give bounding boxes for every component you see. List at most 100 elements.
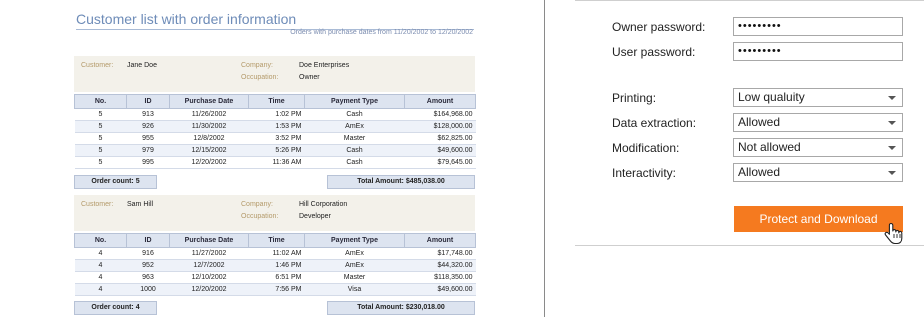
- table-row: 5 955 12/8/2002 3:52 PM Master $62,825.0…: [74, 132, 476, 145]
- customer-label: Customer:: [81, 201, 114, 208]
- chevron-down-icon: [888, 171, 896, 175]
- chevron-down-icon: [888, 96, 896, 100]
- interactivity-value: Allowed: [738, 165, 781, 179]
- company-label: Company:: [241, 62, 273, 69]
- report-subtitle: Orders with purchase dates from 11/20/20…: [290, 29, 473, 36]
- cell: 5: [74, 144, 127, 157]
- occupation-value: Developer: [299, 213, 331, 220]
- cell: 6:51 PM: [248, 271, 305, 284]
- customer-info-card: Customer: Sam Hill Company: Hill Corpora…: [74, 195, 475, 231]
- table-row: 4 952 12/7/2002 1:46 PM AmEx $44,320.00: [74, 259, 476, 272]
- cell: Master: [304, 132, 405, 145]
- cell: $44,320.00: [404, 259, 476, 272]
- modification-select[interactable]: Not allowed: [733, 138, 903, 157]
- cell: 11:36 AM: [248, 156, 305, 169]
- cell: 952: [126, 259, 170, 272]
- cell: 1:53 PM: [248, 120, 305, 133]
- table-row: 5 913 11/26/2002 1:02 PM Cash $164,968.0…: [74, 108, 476, 121]
- cell: $17,748.00: [404, 247, 476, 260]
- owner-password-field[interactable]: •••••••••: [733, 17, 903, 36]
- col-header: Time: [248, 94, 305, 109]
- col-header: No.: [74, 94, 127, 109]
- company-name: Hill Corporation: [299, 201, 348, 208]
- cell: $79,645.00: [404, 156, 476, 169]
- chevron-down-icon: [888, 146, 896, 150]
- cell: $118,350.00: [404, 271, 476, 284]
- printing-value: Low qualuity: [738, 90, 805, 104]
- cell: 11:02 AM: [248, 247, 305, 260]
- cell: Cash: [304, 108, 405, 121]
- col-header: ID: [126, 94, 170, 109]
- cell: 4: [74, 271, 127, 284]
- cell: 4: [74, 247, 127, 260]
- col-header: Purchase Date: [169, 233, 249, 248]
- cell: 5: [74, 120, 127, 133]
- table-row: 5 995 12/20/2002 11:36 AM Cash $79,645.0…: [74, 156, 476, 169]
- cell: 12/20/2002: [169, 156, 249, 169]
- cell: 12/8/2002: [169, 132, 249, 145]
- modification-label: Modification:: [612, 141, 680, 155]
- occupation-label: Occupation:: [241, 213, 279, 220]
- cell: 955: [126, 132, 170, 145]
- cell: Visa: [304, 283, 405, 296]
- printing-select[interactable]: Low qualuity: [733, 88, 903, 107]
- data-extraction-select[interactable]: Allowed: [733, 113, 903, 132]
- cell: 963: [126, 271, 170, 284]
- user-password-field[interactable]: •••••••••: [733, 42, 903, 61]
- customer-name: Jane Doe: [127, 62, 157, 69]
- table-row: 4 963 12/10/2002 6:51 PM Master $118,350…: [74, 271, 476, 284]
- cell: $164,968.00: [404, 108, 476, 121]
- occupation-value: Owner: [299, 74, 320, 81]
- cell: 12/7/2002: [169, 259, 249, 272]
- cell: 12/20/2002: [169, 283, 249, 296]
- hand-pointer-icon: [884, 222, 903, 245]
- printing-label: Printing:: [612, 91, 657, 105]
- cell: 3:52 PM: [248, 132, 305, 145]
- data-extraction-value: Allowed: [738, 115, 781, 129]
- cell: AmEx: [304, 247, 405, 260]
- table-row: 5 926 11/30/2002 1:53 PM AmEx $128,000.0…: [74, 120, 476, 133]
- customer-label: Customer:: [81, 62, 114, 69]
- cell: 1000: [126, 283, 170, 296]
- occupation-label: Occupation:: [241, 74, 279, 81]
- cell: 5: [74, 156, 127, 169]
- cell: 4: [74, 283, 127, 296]
- cell: Cash: [304, 156, 405, 169]
- chevron-down-icon: [888, 121, 896, 125]
- table-header-row: No. ID Purchase Date Time Payment Type A…: [74, 233, 476, 248]
- col-header: Amount: [404, 233, 476, 248]
- orders-table: No. ID Purchase Date Time Payment Type A…: [74, 94, 476, 169]
- interactivity-label: Interactivity:: [612, 166, 677, 180]
- user-password-label: User password:: [612, 45, 696, 59]
- cell: 11/27/2002: [169, 247, 249, 260]
- customer-info-card: Customer: Jane Doe Company: Doe Enterpri…: [74, 56, 475, 92]
- col-header: Amount: [404, 94, 476, 109]
- cell: Master: [304, 271, 405, 284]
- divider: [575, 0, 924, 1]
- customer-name: Sam Hill: [127, 201, 154, 208]
- report-title: Customer list with order information: [76, 11, 474, 30]
- modification-value: Not allowed: [738, 140, 801, 154]
- cell: $128,000.00: [404, 120, 476, 133]
- cell: $49,600.00: [404, 283, 476, 296]
- divider: [575, 245, 924, 246]
- owner-password-label: Owner password:: [612, 20, 706, 34]
- table-row: 4 1000 12/20/2002 7:56 PM Visa $49,600.0…: [74, 283, 476, 296]
- cell: 5: [74, 132, 127, 145]
- cell: 5: [74, 108, 127, 121]
- cell: 12/10/2002: [169, 271, 249, 284]
- cell: 916: [126, 247, 170, 260]
- cell: AmEx: [304, 120, 405, 133]
- protect-and-download-button[interactable]: Protect and Download: [734, 206, 903, 232]
- col-header: Payment Type: [304, 233, 405, 248]
- total-amount: Total Amount: $230,018.00: [327, 301, 475, 315]
- cell: 12/15/2002: [169, 144, 249, 157]
- cell: 11/26/2002: [169, 108, 249, 121]
- cell: 913: [126, 108, 170, 121]
- data-extraction-label: Data extraction:: [612, 116, 697, 130]
- cell: Cash: [304, 144, 405, 157]
- interactivity-select[interactable]: Allowed: [733, 163, 903, 182]
- cell: 11/30/2002: [169, 120, 249, 133]
- col-header: Payment Type: [304, 94, 405, 109]
- cell: 926: [126, 120, 170, 133]
